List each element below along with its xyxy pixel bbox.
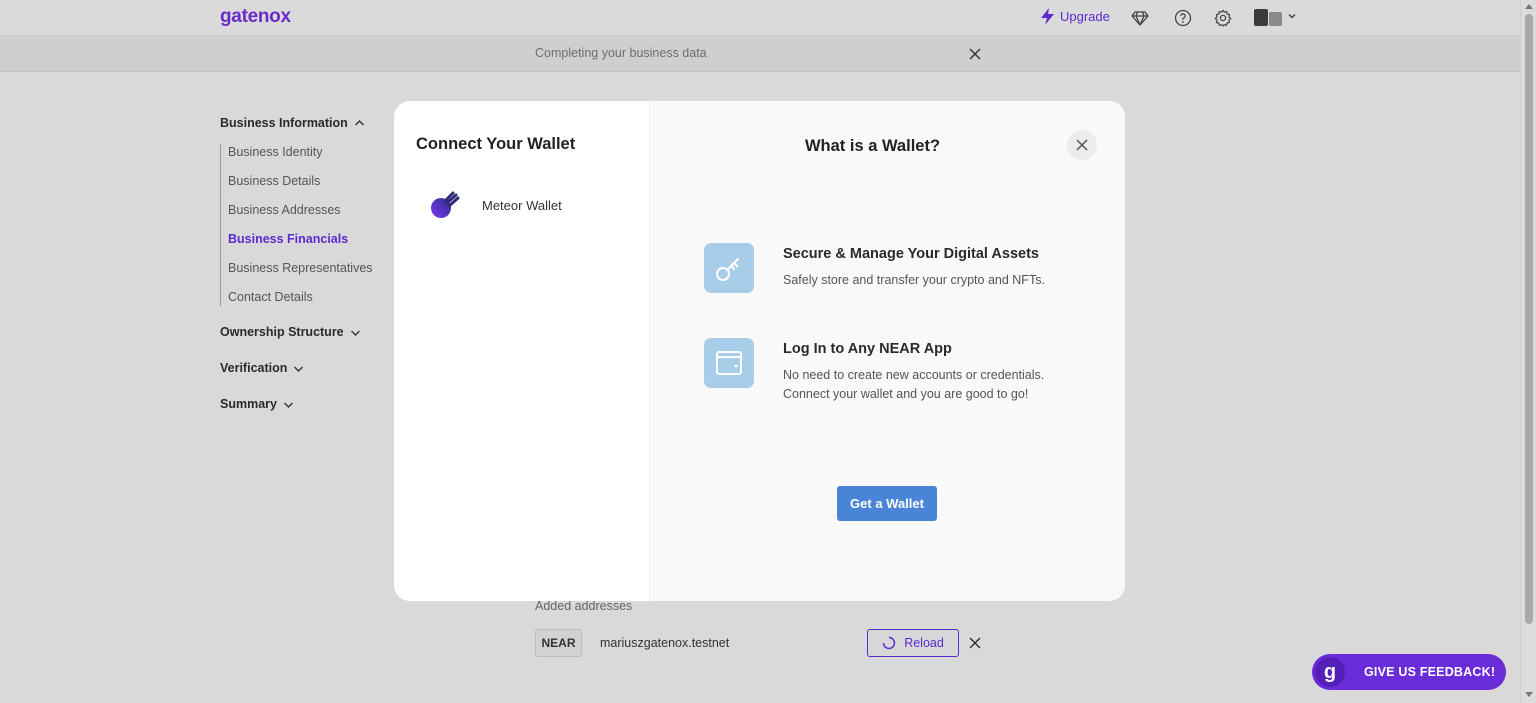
wallet-address: mariuszgatenox.testnet <box>600 636 730 650</box>
feedback-label: GIVE US FEEDBACK! <box>1364 665 1496 679</box>
user-avatar[interactable] <box>1254 9 1282 26</box>
sidebar-section-ownership-structure[interactable]: Ownership Structure <box>220 325 361 339</box>
sidebar-item-business-details[interactable]: Business Details <box>228 174 320 188</box>
top-bar: gatenox Upgrade <box>0 0 1520 36</box>
modal-title: Connect Your Wallet <box>416 135 576 153</box>
reload-label: Reload <box>904 636 944 650</box>
chevron-down-icon <box>294 366 304 372</box>
wallet-list-panel: Connect Your Wallet Meteor Wallet <box>394 101 650 601</box>
modal-close-button[interactable] <box>1067 130 1097 160</box>
wallet-name: Meteor Wallet <box>482 197 562 213</box>
feature-title: Log In to Any NEAR App <box>783 341 952 357</box>
info-title: What is a Wallet? <box>804 137 941 155</box>
chevron-down-icon[interactable] <box>1287 11 1297 21</box>
gatenox-logo[interactable]: gatenox <box>220 6 291 28</box>
scroll-down-arrow-icon[interactable] <box>1525 692 1533 698</box>
sidebar-item-business-identity[interactable]: Business Identity <box>228 145 323 159</box>
feature-desc-line2: Connect your wallet and you are good to … <box>783 387 1029 401</box>
chevron-up-icon <box>354 119 364 125</box>
sidebar-section-label: Business Information <box>220 116 348 130</box>
close-icon <box>1076 139 1088 151</box>
sidebar-item-contact-details[interactable]: Contact Details <box>228 290 313 304</box>
notice-text: Completing your business data <box>535 46 707 60</box>
wallet-option-meteor[interactable]: Meteor Wallet <box>426 187 562 223</box>
sidebar-section-verification[interactable]: Verification <box>220 361 304 375</box>
key-icon <box>704 243 754 293</box>
sidebar-tree-line <box>220 144 221 306</box>
scroll-up-arrow-icon[interactable] <box>1525 3 1533 9</box>
sidebar-item-business-financials[interactable]: Business Financials <box>228 232 348 246</box>
diamond-icon[interactable] <box>1131 9 1149 27</box>
wallet-info-panel: What is a Wallet? Secure & Manage Your D… <box>650 101 1125 601</box>
close-icon[interactable] <box>968 47 982 61</box>
upgrade-label: Upgrade <box>1060 9 1110 24</box>
feedback-button[interactable]: g GIVE US FEEDBACK! <box>1312 654 1506 690</box>
sidebar-section-label: Summary <box>220 397 277 411</box>
reload-button[interactable]: Reload <box>867 629 959 657</box>
settings-gear-icon[interactable] <box>1214 9 1232 27</box>
feature-desc: Safely store and transfer your crypto an… <box>783 273 1045 287</box>
remove-address-icon[interactable] <box>968 636 982 650</box>
scroll-thumb[interactable] <box>1525 14 1533 624</box>
wallet-icon <box>704 338 754 388</box>
lightning-icon <box>1041 8 1054 25</box>
notice-bar: Completing your business data <box>0 36 1520 72</box>
page-scrollbar[interactable] <box>1520 0 1536 703</box>
sidebar-item-business-representatives[interactable]: Business Representatives <box>228 261 373 275</box>
feature-desc-line1: No need to create new accounts or creden… <box>783 368 1045 382</box>
upgrade-link[interactable]: Upgrade <box>1040 8 1110 25</box>
sidebar-section-summary[interactable]: Summary <box>220 397 294 411</box>
feature-title: Secure & Manage Your Digital Assets <box>783 246 1039 262</box>
connect-wallet-modal: Connect Your Wallet Meteor Wallet What i… <box>394 101 1125 601</box>
network-tag: NEAR <box>535 629 582 657</box>
get-wallet-button[interactable]: Get a Wallet <box>837 486 937 521</box>
meteor-wallet-icon <box>431 191 460 218</box>
spinner-icon <box>882 636 896 650</box>
sidebar-section-business-information[interactable]: Business Information <box>220 116 365 130</box>
sidebar-section-label: Ownership Structure <box>220 325 344 339</box>
chevron-down-icon <box>350 330 360 336</box>
added-addresses-label: Added addresses <box>535 599 633 613</box>
sidebar-section-label: Verification <box>220 361 288 375</box>
feedback-badge: g <box>1315 657 1345 687</box>
chevron-down-icon <box>283 402 293 408</box>
sidebar-item-business-addresses[interactable]: Business Addresses <box>228 203 341 217</box>
help-icon[interactable] <box>1174 9 1192 27</box>
